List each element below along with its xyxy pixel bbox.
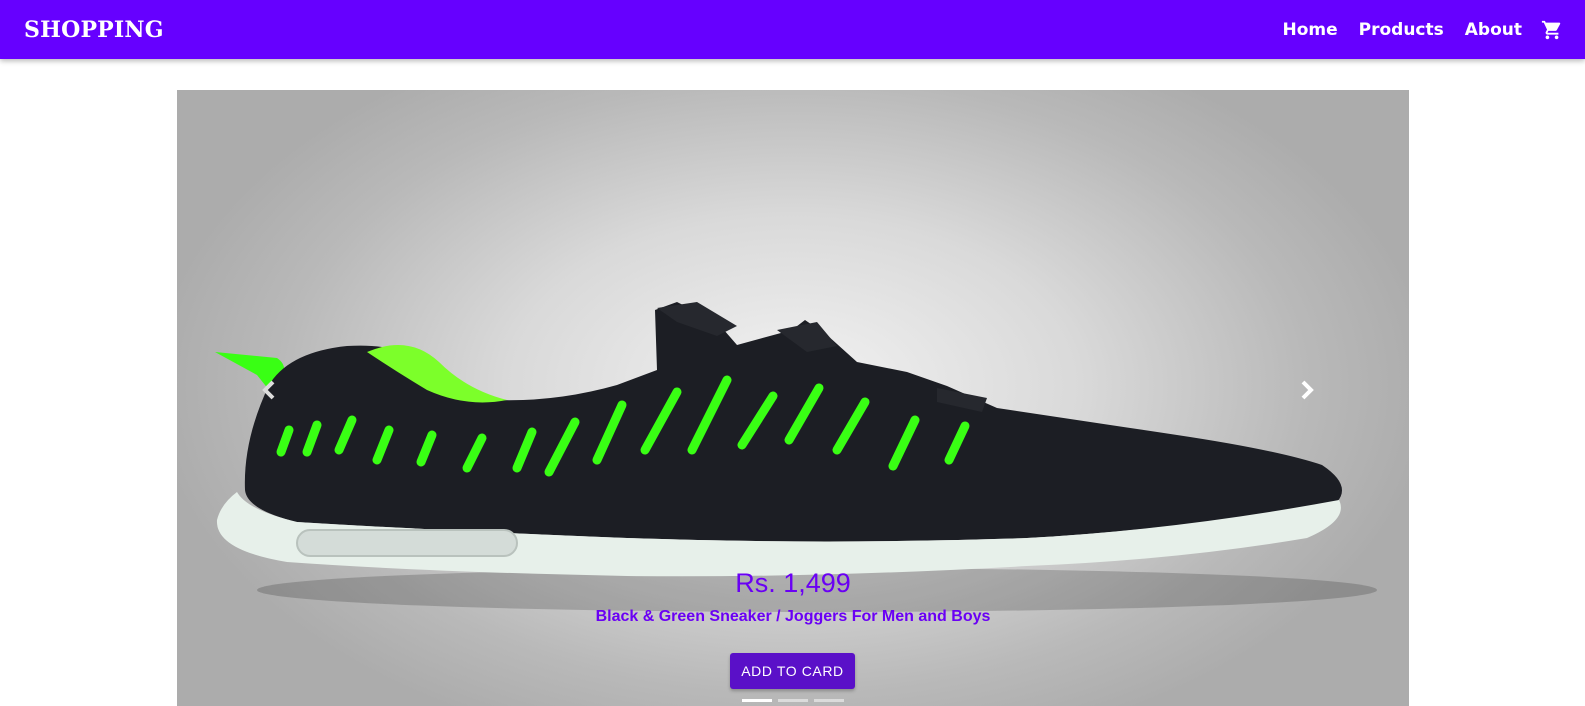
nav-links: Home Products About xyxy=(1261,19,1563,41)
navbar: SHOPPING Home Products About xyxy=(0,0,1585,59)
brand-logo[interactable]: SHOPPING xyxy=(24,17,164,43)
add-to-cart-button[interactable]: ADD TO CARD xyxy=(730,653,855,689)
carousel-indicators xyxy=(177,699,1409,702)
carousel-prev-button[interactable] xyxy=(253,370,283,410)
product-carousel: Rs. 1,499 Black & Green Sneaker / Jogger… xyxy=(177,90,1409,706)
chevron-right-icon xyxy=(1301,380,1314,400)
nav-about-link[interactable]: About xyxy=(1465,20,1522,40)
product-price: Rs. 1,499 xyxy=(735,568,851,598)
product-name: Black & Green Sneaker / Joggers For Men … xyxy=(595,608,991,625)
carousel-indicator[interactable] xyxy=(814,699,844,702)
shopping-cart-icon[interactable] xyxy=(1541,19,1563,41)
chevron-left-icon xyxy=(262,380,275,400)
nav-products-link[interactable]: Products xyxy=(1359,20,1444,40)
carousel-indicator[interactable] xyxy=(742,699,772,702)
nav-home-link[interactable]: Home xyxy=(1282,20,1337,40)
carousel-indicator[interactable] xyxy=(778,699,808,702)
carousel-next-button[interactable] xyxy=(1293,370,1323,410)
